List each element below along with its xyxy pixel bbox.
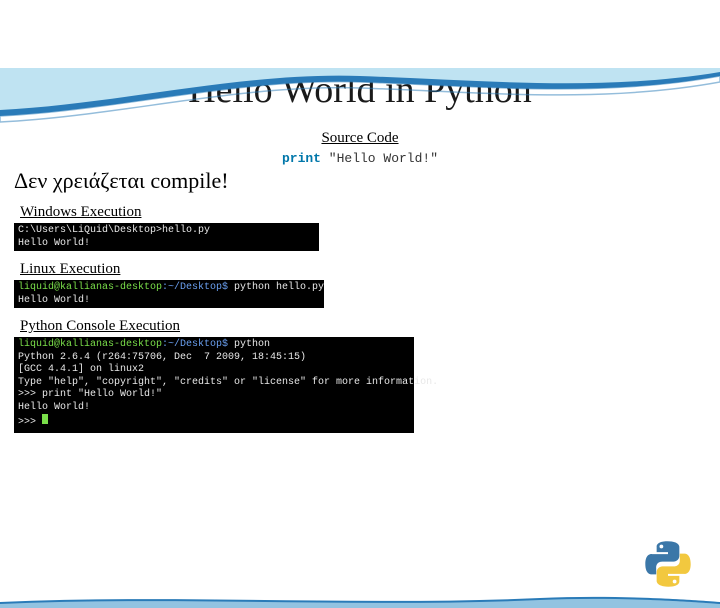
windows-terminal: C:\Users\LiQuid\Desktop>hello.py Hello W…	[14, 223, 319, 251]
linux-terminal: liquid@kallianas-desktop:~/Desktop$ pyth…	[14, 280, 324, 308]
wave-decoration-bottom	[0, 592, 720, 608]
windows-exec-label: Windows Execution	[20, 204, 720, 221]
source-code: print "Hello World!"	[0, 151, 720, 166]
python-logo-icon	[642, 538, 694, 590]
python-console-terminal: liquid@kallianas-desktop:~/Desktop$ pyth…	[14, 337, 414, 433]
linux-exec-label: Linux Execution	[20, 261, 720, 278]
console-exec-label: Python Console Execution	[20, 318, 720, 335]
code-string: "Hello World!"	[321, 151, 438, 166]
no-compile-text: Δεν χρειάζεται compile!	[14, 168, 720, 194]
source-code-label: Source Code	[0, 130, 720, 147]
code-keyword: print	[282, 151, 321, 166]
wave-decoration-top	[0, 68, 720, 128]
cursor-icon	[42, 414, 48, 424]
